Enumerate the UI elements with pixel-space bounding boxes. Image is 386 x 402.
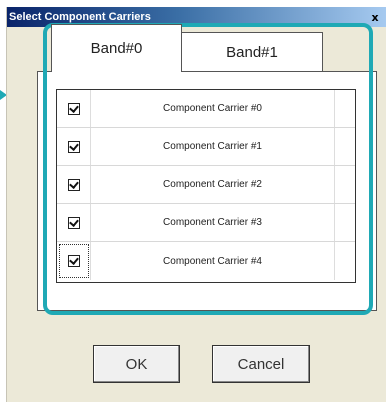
carrier-2-checkbox[interactable] [67,178,80,191]
checkbox-cell [57,204,91,241]
checkbox-cell [57,90,91,127]
carrier-label: Component Carrier #2 [91,166,335,203]
list-item: Component Carrier #3 [57,204,355,242]
list-item: Component Carrier #1 [57,128,355,166]
carrier-0-checkbox[interactable] [67,102,80,115]
list-item: Component Carrier #0 [57,90,355,128]
carrier-label: Component Carrier #0 [91,90,335,127]
carrier-3-checkbox[interactable] [67,216,80,229]
checkbox-cell [57,128,91,165]
tab-band-1[interactable]: Band#1 [181,32,323,72]
carrier-label: Component Carrier #4 [91,242,335,280]
carrier-label: Component Carrier #3 [91,204,335,241]
tab-panel: Component Carrier #0 Component Carrier #… [37,71,377,311]
select-component-carriers-dialog: Select Component Carriers x Band#0 Band#… [6,7,386,402]
carrier-1-checkbox[interactable] [67,140,80,153]
window-title: Select Component Carriers [9,11,151,23]
list-item: Component Carrier #4 [57,242,355,280]
carrier-label: Component Carrier #1 [91,128,335,165]
ok-button[interactable]: OK [93,345,180,383]
band-tabs: Band#0 Band#1 [51,24,369,72]
checkbox-cell [57,242,91,280]
carrier-4-checkbox[interactable] [67,255,80,267]
checkbox-cell [57,166,91,203]
cancel-button[interactable]: Cancel [212,345,310,383]
carrier-list: Component Carrier #0 Component Carrier #… [56,89,356,283]
close-icon[interactable]: x [368,10,382,24]
tab-band-0[interactable]: Band#0 [51,24,182,72]
list-item: Component Carrier #2 [57,166,355,204]
